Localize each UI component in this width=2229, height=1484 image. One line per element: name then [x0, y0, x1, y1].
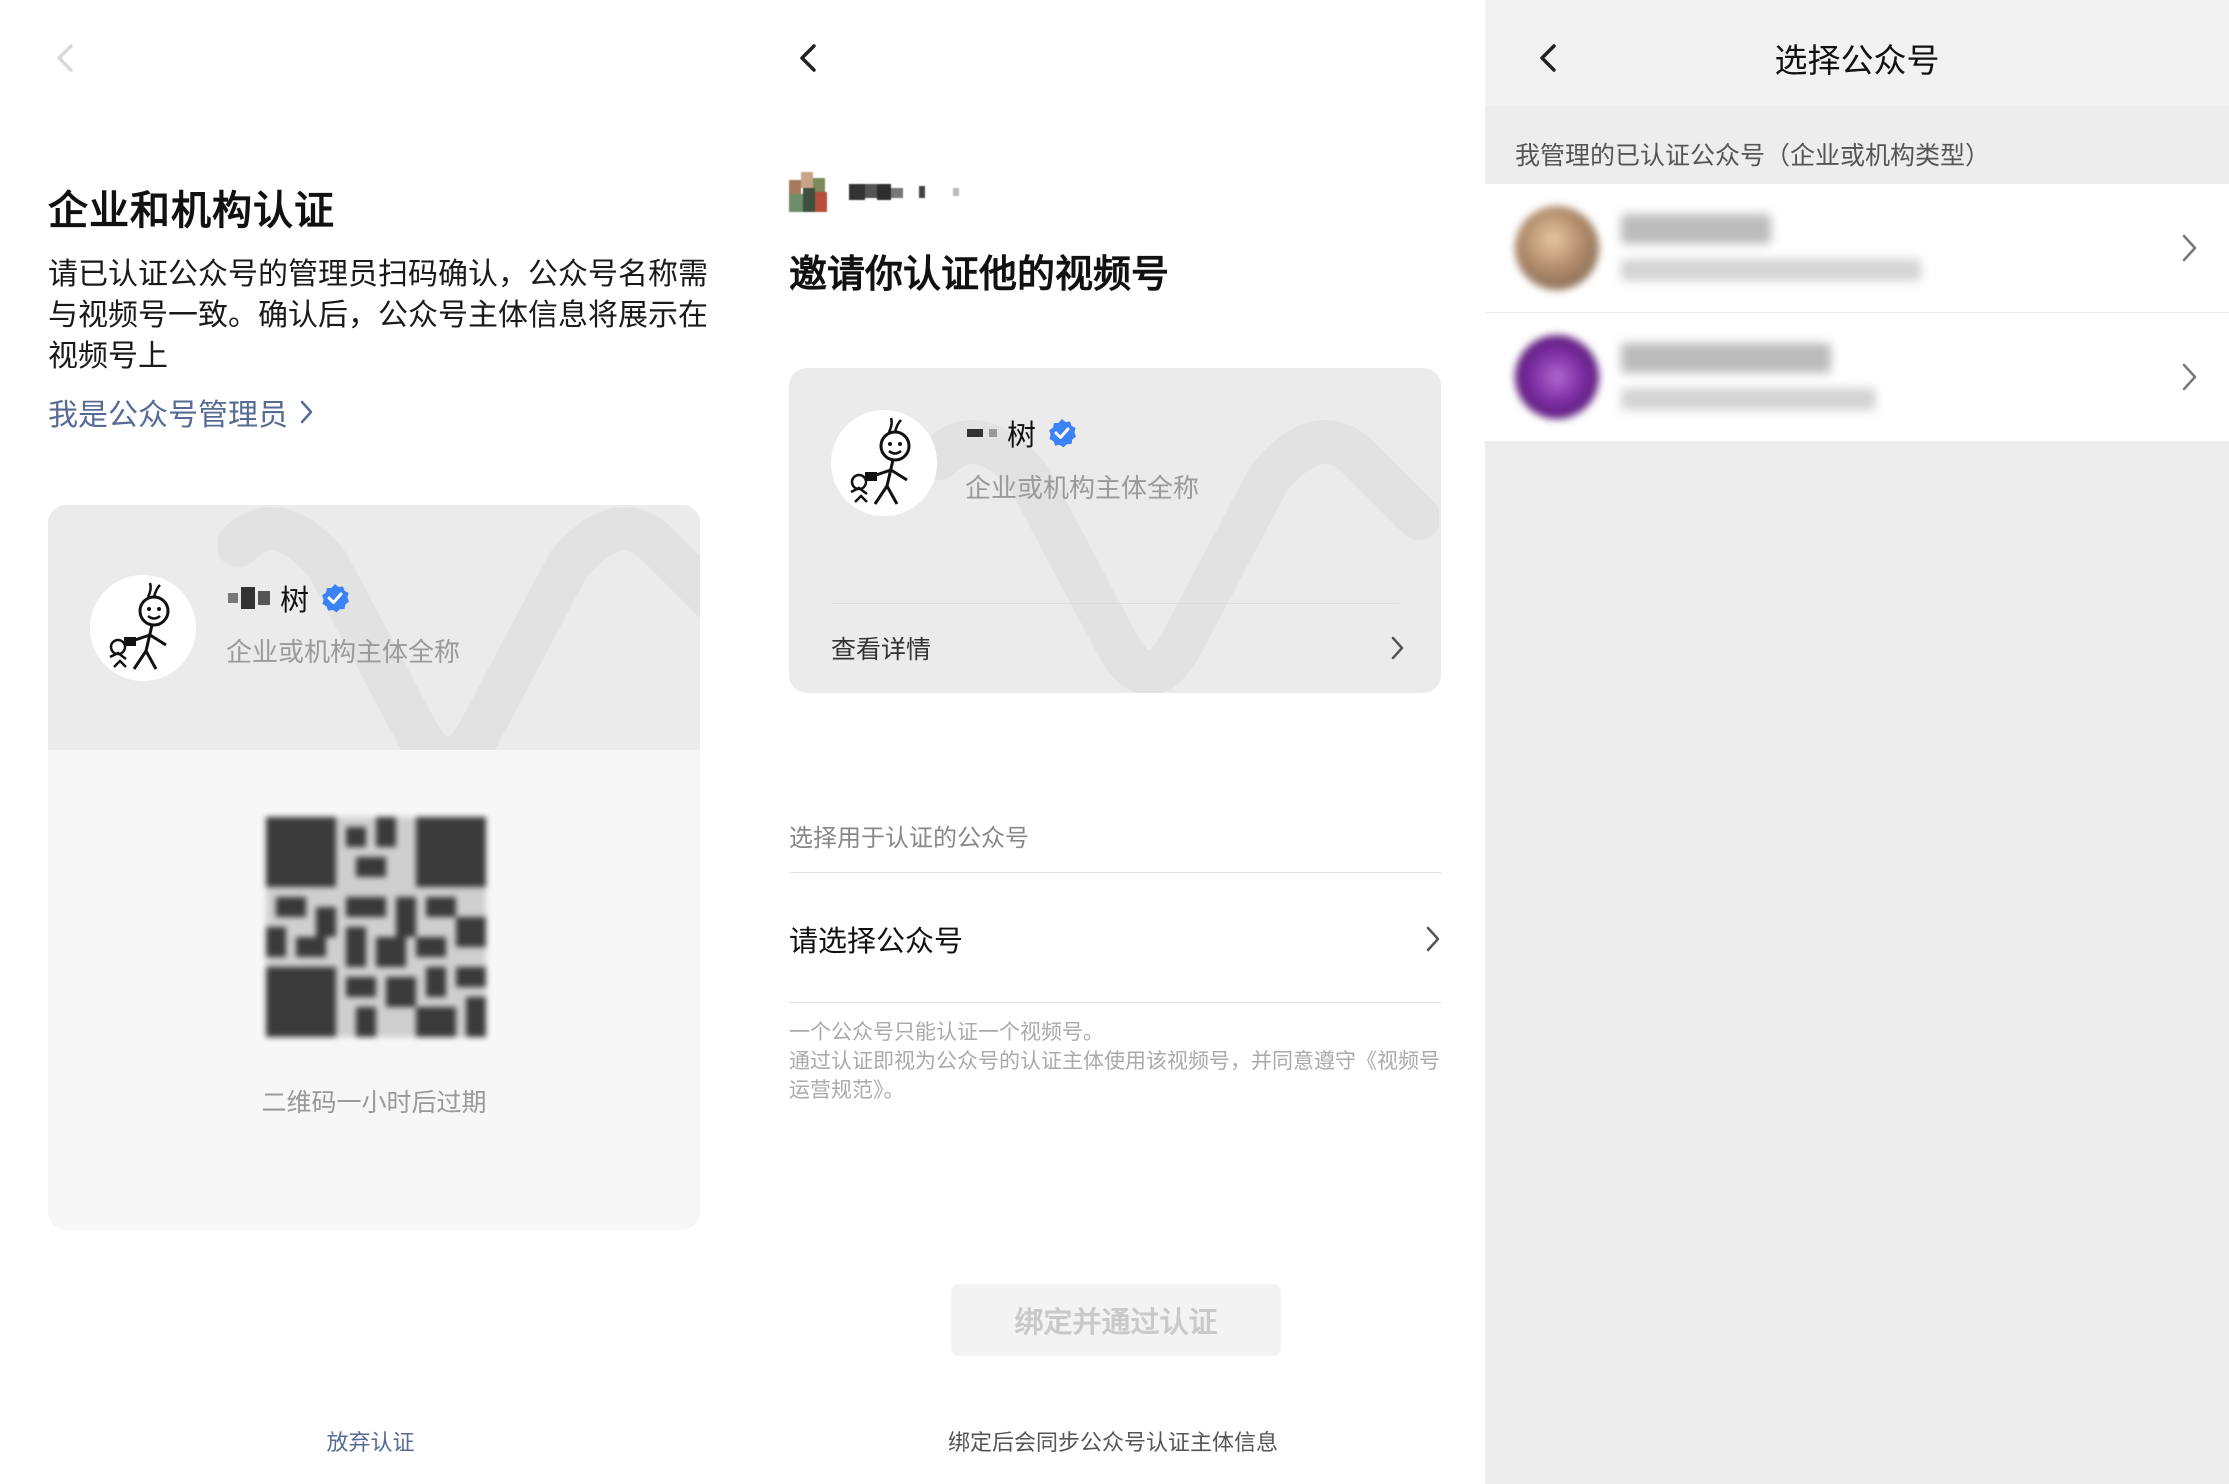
account-entity-blurred: [1621, 388, 1876, 410]
divider: [789, 872, 1441, 873]
divider: [789, 1002, 1441, 1003]
stick-figure-avatar-icon: [90, 575, 196, 681]
blurred-name-part: [228, 587, 270, 609]
chevron-right-icon: [1391, 636, 1404, 660]
account-avatar: [831, 410, 937, 516]
page-title: 企业和机构认证: [48, 188, 335, 234]
view-details-label: 查看详情: [831, 635, 932, 664]
section-label: 我管理的已认证公众号（企业或机构类型）: [1515, 141, 1991, 170]
qr-expiry-note: 二维码一小时后过期: [261, 1088, 487, 1117]
list-item[interactable]: [1485, 184, 2229, 313]
bind-note: 绑定后会同步公众号认证主体信息: [947, 1431, 1278, 1456]
video-account-card: 树 企业或机构主体全称 查看详情: [789, 368, 1441, 693]
view-details-row[interactable]: 查看详情: [831, 628, 1405, 668]
account-entity-blurred: [1621, 259, 1921, 281]
account-avatar: [1515, 206, 1599, 290]
select-official-account-row[interactable]: 请选择公众号: [789, 874, 1441, 1004]
account-subtitle: 企业或机构主体全称: [226, 638, 461, 668]
account-name: 树: [228, 577, 351, 619]
card-divider: [831, 603, 1399, 604]
verified-badge-icon: [1049, 419, 1077, 448]
back-chevron-icon[interactable]: [46, 38, 86, 78]
admin-link-label: 我是公众号管理员: [48, 398, 288, 433]
blurred-name-part: [967, 429, 997, 437]
inviter-info: [789, 172, 959, 212]
panel-enterprise-certification: 企业和机构认证 请已认证公众号的管理员扫码确认，公众号名称需与视频号一致。确认后…: [0, 0, 741, 1484]
chevron-right-icon: [2182, 234, 2197, 262]
official-account-list: [1485, 184, 2229, 441]
page-title: 邀请你认证他的视频号: [789, 252, 1170, 296]
select-placeholder: 请选择公众号: [789, 924, 964, 958]
chevron-right-icon: [2182, 363, 2197, 391]
panel-invite-certification: 邀请你认证他的视频号 树 企业或机构主体全称 查看详情 选择用于认证的公众号 请…: [741, 0, 1485, 1484]
inviter-avatar: [789, 172, 827, 212]
account-name: 树: [967, 412, 1078, 454]
page-description: 请已认证公众号的管理员扫码确认，公众号名称需与视频号一致。确认后，公众号主体信息…: [48, 257, 708, 374]
chevron-right-icon: [1426, 926, 1440, 952]
qr-code-icon: [266, 817, 486, 1037]
account-subtitle: 企业或机构主体全称: [965, 474, 1200, 504]
account-header: 树 企业或机构主体全称: [48, 505, 700, 750]
admin-link[interactable]: 我是公众号管理员: [48, 390, 314, 434]
channels-watermark-icon: [218, 507, 700, 750]
chevron-right-icon: [300, 400, 313, 424]
abandon-certification-link[interactable]: 放弃认证: [0, 1425, 741, 1457]
account-name-text: 树: [1007, 418, 1037, 452]
nav-header: 选择公众号: [1485, 0, 2229, 106]
inviter-name-blurred: [849, 184, 959, 200]
account-name-blurred: [1621, 343, 1831, 373]
back-chevron-icon[interactable]: [789, 38, 829, 78]
account-avatar: [1515, 335, 1599, 419]
section-label: 选择用于认证的公众号: [789, 824, 1029, 852]
list-item[interactable]: [1485, 313, 2229, 441]
qr-card: 树 企业或机构主体全称 二维码一小时后过期: [48, 505, 700, 1230]
stick-figure-avatar-icon: [831, 410, 937, 516]
page-title: 选择公众号: [1774, 41, 1940, 80]
account-name-text: 树: [280, 583, 310, 617]
certification-notes: 一个公众号只能认证一个视频号。 通过认证即视为公众号的认证主体使用该视频号，并同…: [789, 1020, 1440, 1102]
account-avatar: [90, 575, 196, 681]
verified-badge-icon: [322, 584, 350, 613]
bind-and-certify-button[interactable]: 绑定并通过认证: [951, 1284, 1281, 1356]
account-name-blurred: [1621, 214, 1771, 244]
panel-select-official-account: 选择公众号 我管理的已认证公众号（企业或机构类型）: [1485, 0, 2229, 1484]
